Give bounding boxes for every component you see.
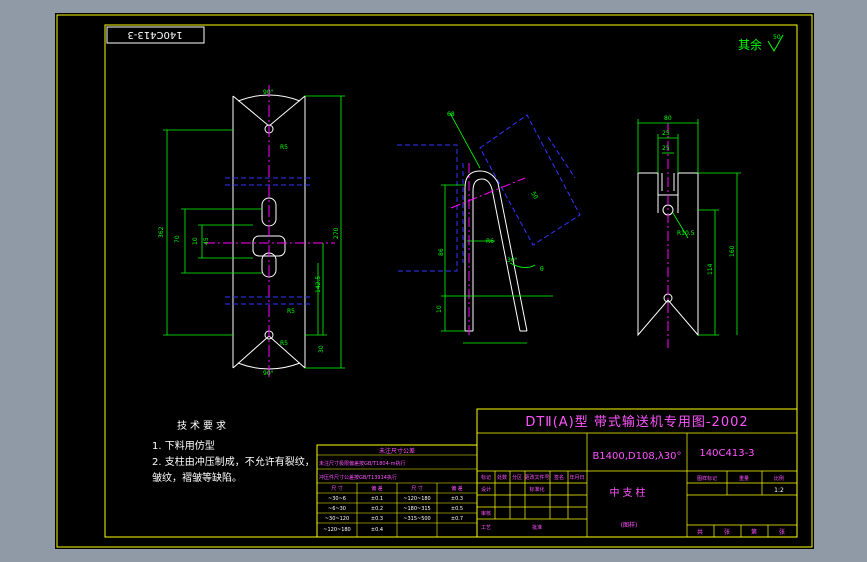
dim-front-142: 142.5 bbox=[315, 276, 322, 293]
dim-front-r-mid: R5 bbox=[287, 308, 295, 315]
dim-front-angle-bottom: 90° bbox=[263, 370, 274, 377]
tol-r4c1: ~120~180 bbox=[323, 527, 350, 533]
stamp-box: 140C413-3 bbox=[106, 26, 205, 44]
tol-r1c4: ±0.3 bbox=[451, 496, 463, 502]
part-name: 中支柱 bbox=[610, 486, 649, 499]
tech-item-3: 皱纹，褶皱等缺陷。 bbox=[152, 471, 242, 484]
dim-side-10: 10 bbox=[436, 305, 443, 313]
approval-process: 工艺 bbox=[481, 525, 491, 531]
dim-end-25a: 25 bbox=[662, 130, 670, 137]
tol-r2c2: ±0.2 bbox=[371, 506, 383, 512]
rev-header-4: 更改文件号 bbox=[524, 474, 549, 481]
rev-header-3: 分区 bbox=[512, 474, 522, 481]
tol-r3c4: ±0.7 bbox=[451, 516, 463, 522]
stage-header-weight: 重量 bbox=[739, 475, 749, 482]
tolerance-header-4: 偏 差 bbox=[451, 485, 463, 492]
dim-front-30: 30 bbox=[318, 345, 325, 353]
tolerance-header-3: 尺 寸 bbox=[411, 485, 423, 492]
stage-label: 图样标记 bbox=[697, 475, 717, 482]
dim-end-25b: 25 bbox=[662, 145, 670, 152]
dim-front-45: 45 bbox=[203, 237, 210, 245]
rev-header-6: 年月日 bbox=[569, 474, 584, 481]
dim-side-50: 50 bbox=[529, 191, 539, 201]
tech-item-1: 1. 下料用仿型 bbox=[152, 439, 215, 452]
front-view: 90° R5 70 362 270 R5 142.5 30 90° R5 10 … bbox=[158, 85, 345, 378]
tolerance-header-1: 尺 寸 bbox=[331, 485, 343, 492]
roughness-note: 其余 50 bbox=[738, 34, 784, 52]
tol-r3c1: ~30~120 bbox=[325, 516, 349, 522]
dim-side-angle: 30° bbox=[507, 257, 518, 264]
tol-r3c3: ~315~500 bbox=[403, 516, 430, 522]
rev-header-1: 标记 bbox=[481, 474, 491, 481]
dim-end-r10: R10.5 bbox=[677, 230, 695, 237]
dim-side-theta: θ bbox=[540, 266, 544, 273]
dim-front-270: 270 bbox=[333, 227, 340, 239]
tech-item-2: 2. 支柱由冲压制成，不允许有裂纹， bbox=[152, 455, 315, 468]
tolerance-title: 未注尺寸公差 bbox=[379, 447, 415, 455]
scale-value: 1:2 bbox=[774, 487, 784, 494]
sheet-total-label: 共 bbox=[697, 528, 703, 536]
tol-r1c1: ~30~6 bbox=[328, 496, 346, 502]
tech-requirements: 技术要求 1. 下料用仿型 2. 支柱由冲压制成，不允许有裂纹， 皱纹，褶皱等缺… bbox=[152, 419, 315, 484]
dim-front-angle-top: 90° bbox=[263, 89, 274, 96]
approval-review: 审核 bbox=[481, 510, 491, 517]
stamp-text: 140C413-3 bbox=[127, 29, 182, 40]
tol-r2c4: ±0.5 bbox=[451, 506, 463, 512]
approval-design: 设计 bbox=[481, 486, 491, 493]
sheet-total-unit: 张 bbox=[724, 528, 730, 536]
title-block: DTⅡ(A)型 带式输送机专用图-2002 B1400,D108,λ30° 14… bbox=[476, 408, 798, 538]
dim-front-362: 362 bbox=[158, 226, 165, 238]
tol-r3c2: ±0.3 bbox=[371, 516, 383, 522]
stage-header-scale: 比例 bbox=[774, 475, 784, 482]
dim-side-86: 86 bbox=[438, 248, 445, 256]
dim-front-r-bottom: R5 bbox=[280, 340, 288, 347]
footer-note: (图样) bbox=[621, 521, 638, 529]
tolerance-note-2: 冲压件尺寸公差按GB/T13914执行 bbox=[319, 474, 397, 481]
roughness-label: 其余 bbox=[738, 37, 762, 52]
spec-text: B1400,D108,λ30° bbox=[592, 451, 681, 462]
tol-r4c2: ±0.4 bbox=[371, 527, 383, 533]
side-view: 68 R6 86 50 10 30° θ bbox=[397, 111, 581, 344]
dim-side-68: 68 bbox=[447, 111, 455, 118]
cad-canvas: 140C413-3 其余 50 90° R5 70 362 270 R5 142… bbox=[56, 14, 813, 548]
drawing-number: 140C413-3 bbox=[699, 448, 754, 459]
dim-front-r-top: R5 bbox=[280, 144, 288, 151]
rev-header-5: 签名 bbox=[554, 474, 564, 481]
roughness-value: 50 bbox=[773, 34, 781, 41]
sheet-no-label: 第 bbox=[751, 528, 757, 536]
tol-r2c3: ~180~315 bbox=[403, 506, 430, 512]
tech-title: 技术要求 bbox=[177, 419, 229, 432]
approval-standard: 标准化 bbox=[529, 486, 544, 493]
dim-front-70: 70 bbox=[174, 235, 181, 243]
approval-approve: 批准 bbox=[532, 524, 542, 531]
dim-side-r6: R6 bbox=[486, 238, 494, 245]
tolerance-table: 未注尺寸公差 未注尺寸极限偏差按GB/T1804-m执行 冲压件尺寸公差按GB/… bbox=[316, 444, 478, 538]
tolerance-header-2: 偏 差 bbox=[371, 485, 383, 492]
dim-end-80: 80 bbox=[664, 115, 672, 122]
dim-end-114: 114 bbox=[707, 263, 714, 275]
drawing-sheet: 140C413-3 其余 50 90° R5 70 362 270 R5 142… bbox=[55, 13, 814, 549]
rev-header-2: 处数 bbox=[497, 474, 507, 481]
tol-r1c2: ±0.1 bbox=[371, 496, 383, 502]
dim-end-160: 160 bbox=[729, 245, 736, 257]
tol-r1c3: ~120~180 bbox=[403, 496, 430, 502]
tolerance-note-1: 未注尺寸极限偏差按GB/T1804-m执行 bbox=[319, 460, 405, 467]
series-title: DTⅡ(A)型 带式输送机专用图-2002 bbox=[525, 414, 748, 430]
dim-front-10: 10 bbox=[192, 237, 199, 245]
tol-r2c1: ~6~30 bbox=[328, 506, 346, 512]
end-view: 80 25 25 R10.5 114 160 bbox=[637, 115, 741, 348]
sheet-no-unit: 张 bbox=[779, 528, 785, 536]
